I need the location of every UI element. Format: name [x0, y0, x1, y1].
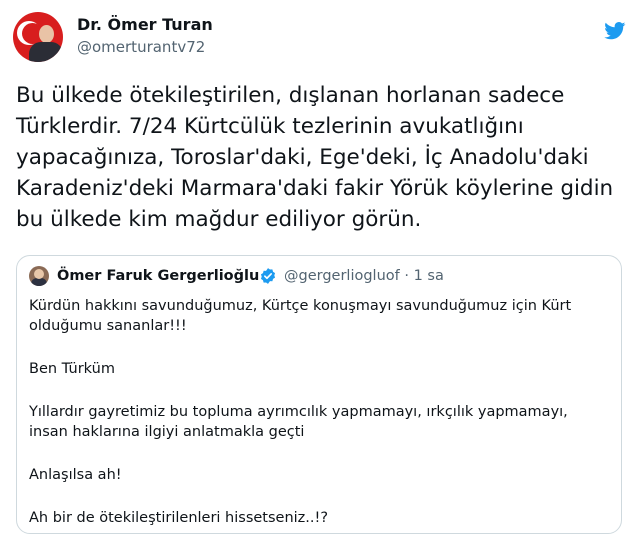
- quoted-author-avatar[interactable]: [29, 266, 49, 286]
- author-avatar[interactable]: [13, 12, 63, 62]
- author-name[interactable]: Dr. Ömer Turan: [77, 15, 213, 35]
- quoted-tweet-header: Ömer Faruk Gergerlioğlu @gergerliogluof …: [29, 266, 609, 286]
- quoted-paragraph: Ah bir de ötekileştirilenleri hissetseni…: [29, 510, 329, 526]
- quoted-tweet[interactable]: Ömer Faruk Gergerlioğlu @gergerliogluof …: [16, 255, 622, 534]
- twitter-bird-icon[interactable]: [604, 22, 626, 40]
- verified-badge-icon: [260, 268, 276, 284]
- author-handle[interactable]: @omerturantv72: [77, 37, 205, 57]
- quoted-tweet-body: Kürdün hakkını savunduğumuz, Kürtçe konu…: [29, 296, 609, 528]
- quoted-author-handle[interactable]: @gergerliogluof · 1 sa: [284, 266, 444, 286]
- quoted-paragraph: Yıllardır gayretimiz bu topluma ayrımcıl…: [29, 404, 568, 440]
- tweet-author: Dr. Ömer Turan @omerturantv72: [13, 12, 573, 62]
- quoted-author-name[interactable]: Ömer Faruk Gergerlioğlu: [57, 266, 259, 286]
- quoted-paragraph: Ben Türküm: [29, 361, 115, 377]
- quoted-paragraph: Anlaşılsa ah!: [29, 467, 122, 483]
- quoted-paragraph: Kürdün hakkını savunduğumuz, Kürtçe konu…: [29, 298, 572, 334]
- tweet-text: Bu ülkede ötekileştirilen, dışlanan horl…: [16, 83, 614, 232]
